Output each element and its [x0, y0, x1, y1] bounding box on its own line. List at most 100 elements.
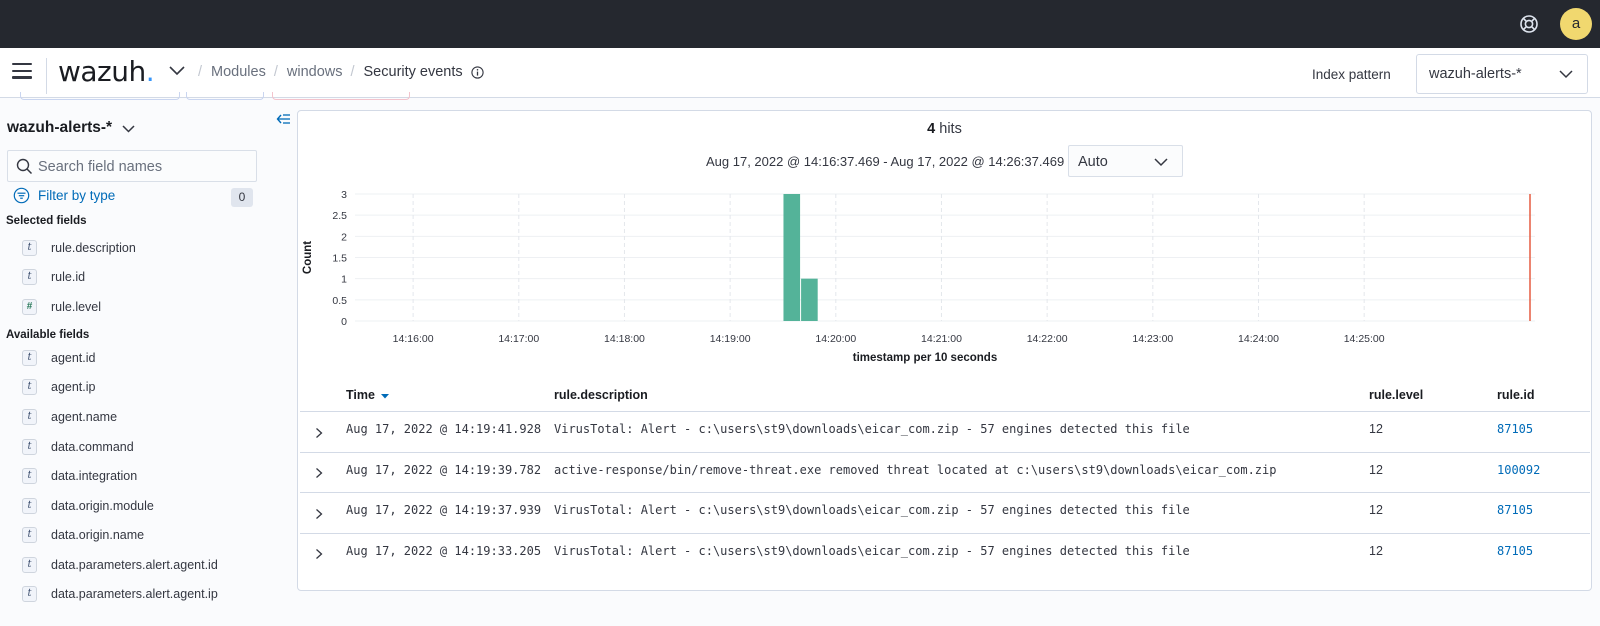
chevron-down-icon[interactable] — [122, 125, 135, 133]
filter-icon — [13, 187, 30, 204]
y-axis-label: Count — [302, 241, 314, 274]
table-cell-time: Aug 17, 2022 @ 14:19:41.928 — [346, 422, 542, 436]
x-tick-label: 14:16:00 — [393, 333, 434, 345]
chevron-right-icon[interactable] — [314, 467, 324, 479]
string-type-icon: t — [22, 527, 37, 543]
breadcrumb-security-events: Security events — [363, 64, 463, 80]
string-type-icon: t — [22, 586, 37, 602]
hamburger-menu-icon[interactable] — [12, 63, 32, 81]
selected-field-item[interactable]: t rule.id — [22, 267, 85, 287]
available-fields-heading: Available fields — [6, 329, 90, 341]
breadcrumb-modules[interactable]: Modules — [211, 64, 266, 80]
table-cell-description: active-response/bin/remove-threat.exe re… — [554, 463, 1277, 477]
search-field-names-input[interactable] — [38, 155, 248, 179]
y-tick-label: 2 — [341, 231, 347, 243]
table-cell-time: Aug 17, 2022 @ 14:19:39.782 — [346, 463, 542, 477]
string-type-icon: t — [22, 468, 37, 484]
available-field-item[interactable]: t data.integration — [22, 466, 137, 486]
user-avatar[interactable]: a — [1560, 8, 1592, 40]
histogram-chart: 0 0.5 1 1.5 2 2.5 3 14:16:00 14:17:00 14:18:00 14:… — [302, 189, 1535, 364]
table-cell-rule-id-link[interactable]: 87105 — [1497, 422, 1533, 436]
x-tick-label: 14:21:00 — [921, 333, 962, 345]
breadcrumb: / Modules / windows / Security events — [190, 64, 484, 80]
index-pattern-select[interactable]: wazuh-alerts-* — [1416, 54, 1588, 94]
table-cell-time: Aug 17, 2022 @ 14:19:33.205 — [346, 544, 542, 558]
y-tick-label: 1 — [341, 274, 347, 286]
interval-select[interactable]: Auto — [1068, 145, 1183, 177]
table-cell-rule-id-link[interactable]: 87105 — [1497, 503, 1533, 517]
available-field-item[interactable]: t data.origin.name — [22, 525, 144, 545]
x-tick-label: 14:17:00 — [498, 333, 539, 345]
y-tick-label: 0 — [341, 316, 347, 328]
available-field-item[interactable]: t agent.id — [22, 348, 95, 368]
string-type-icon: t — [22, 240, 37, 256]
number-type-icon: # — [22, 299, 37, 315]
available-field-item[interactable]: t data.parameters.alert.agent.ip — [22, 584, 218, 604]
header-divider — [46, 58, 47, 94]
column-header-rule-level[interactable]: rule.level — [1369, 388, 1423, 402]
chevron-right-icon[interactable] — [314, 508, 324, 520]
collapse-sidebar-icon[interactable] — [276, 112, 292, 126]
column-header-rule-id[interactable]: rule.id — [1497, 388, 1535, 402]
table-cell-description: VirusTotal: Alert - c:\users\st9\downloa… — [554, 422, 1190, 436]
x-axis-label: timestamp per 10 seconds — [853, 352, 997, 364]
y-tick-label: 0.5 — [332, 295, 347, 307]
info-icon[interactable] — [471, 65, 484, 79]
filter-count-badge: 0 — [231, 188, 253, 207]
table-divider — [300, 411, 1590, 412]
histogram-bar — [801, 278, 818, 321]
available-field-item[interactable]: t agent.ip — [22, 377, 95, 397]
y-tick-label: 1.5 — [332, 253, 347, 265]
string-type-icon: t — [22, 269, 37, 285]
table-cell-level: 12 — [1369, 544, 1383, 558]
x-tick-label: 14:20:00 — [815, 333, 856, 345]
table-cell-level: 12 — [1369, 503, 1383, 517]
help-icon[interactable] — [1518, 13, 1540, 35]
table-divider — [300, 533, 1590, 534]
string-type-icon: t — [22, 350, 37, 366]
top-navbar: a — [0, 0, 1600, 48]
table-cell-rule-id-link[interactable]: 100092 — [1497, 463, 1540, 477]
selected-field-item[interactable]: t rule.description — [22, 238, 136, 258]
string-type-icon: t — [22, 557, 37, 573]
table-divider — [300, 492, 1590, 493]
histogram-bar — [783, 194, 801, 321]
x-tick-label: 14:22:00 — [1027, 333, 1068, 345]
field-sidebar: wazuh-alerts-* Filter by type 0 Selected… — [0, 98, 270, 626]
hidden-button-edge — [272, 92, 410, 100]
string-type-icon: t — [22, 498, 37, 514]
table-cell-time: Aug 17, 2022 @ 14:19:37.939 — [346, 503, 542, 517]
available-field-item[interactable]: t data.command — [22, 437, 134, 457]
x-tick-label: 14:18:00 — [604, 333, 645, 345]
column-header-time[interactable]: Time — [346, 388, 390, 402]
chevron-right-icon[interactable] — [314, 548, 324, 560]
available-field-item[interactable]: t data.parameters.alert.agent.id — [22, 555, 218, 575]
selected-field-item[interactable]: # rule.level — [22, 297, 101, 317]
table-cell-level: 12 — [1369, 422, 1383, 436]
breadcrumb-windows[interactable]: windows — [287, 64, 343, 80]
table-divider — [300, 452, 1590, 453]
sort-down-icon — [381, 394, 390, 399]
x-tick-label: 14:24:00 — [1238, 333, 1279, 345]
x-tick-label: 14:25:00 — [1344, 333, 1385, 345]
filter-by-type-button[interactable]: Filter by type — [13, 187, 115, 204]
app-header: wazuh. / Modules / windows / Security ev… — [0, 48, 1600, 98]
available-field-item[interactable]: t agent.name — [22, 407, 117, 427]
y-tick-label: 2.5 — [332, 210, 347, 222]
table-cell-description: VirusTotal: Alert - c:\users\st9\downloa… — [554, 503, 1190, 517]
y-tick-label: 3 — [341, 189, 347, 201]
chevron-right-icon[interactable] — [314, 427, 324, 439]
available-field-item[interactable]: t data.origin.module — [22, 496, 154, 516]
table-cell-rule-id-link[interactable]: 87105 — [1497, 544, 1533, 558]
chevron-down-icon[interactable] — [168, 65, 186, 77]
chevron-down-icon — [1559, 70, 1573, 79]
hits-count: 4 hits — [927, 121, 962, 137]
x-tick-label: 14:23:00 — [1132, 333, 1173, 345]
wazuh-logo[interactable]: wazuh. — [58, 55, 155, 88]
selected-fields-heading: Selected fields — [6, 215, 87, 227]
table-cell-level: 12 — [1369, 463, 1383, 477]
index-pattern-title[interactable]: wazuh-alerts-* — [7, 119, 112, 137]
column-header-rule-description[interactable]: rule.description — [554, 388, 648, 402]
chevron-down-icon — [1154, 158, 1168, 167]
field-search — [7, 150, 257, 182]
